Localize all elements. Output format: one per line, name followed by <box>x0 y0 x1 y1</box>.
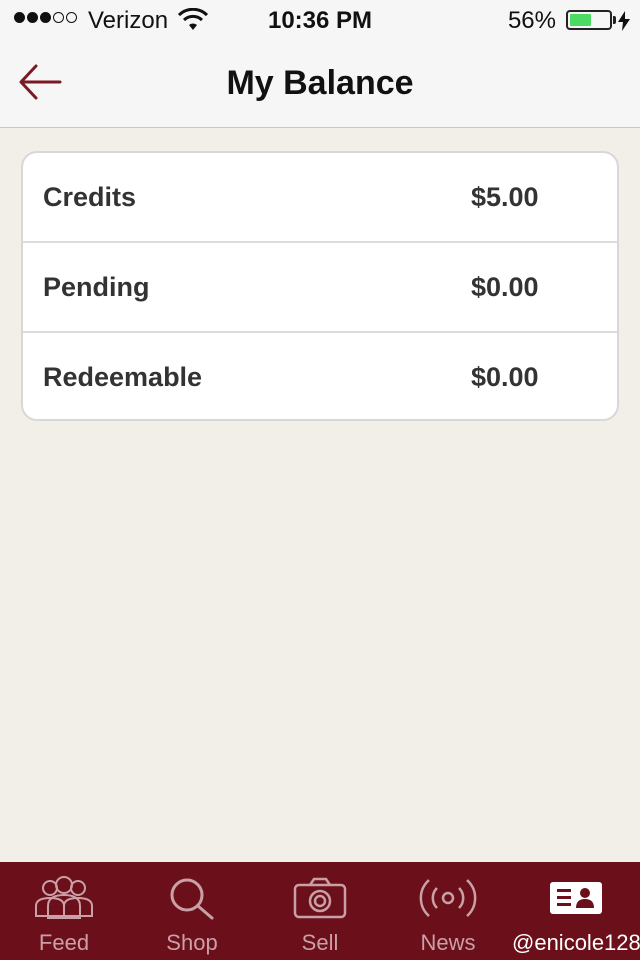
page-title: My Balance <box>226 64 414 102</box>
tab-label: Feed <box>38 930 90 955</box>
profile-card-icon <box>512 876 640 926</box>
battery-fill <box>570 14 592 26</box>
balance-value: $5.00 <box>471 182 539 212</box>
balance-label: Credits <box>43 182 137 212</box>
tab-label: @enicole128 <box>512 930 640 955</box>
balance-row-credits: Credits $5.00 <box>23 153 617 243</box>
balance-row-pending: Pending $0.00 <box>23 243 617 333</box>
balance-label: Pending <box>43 272 150 302</box>
balance-value: $0.00 <box>471 272 539 302</box>
tab-sell[interactable]: Sell <box>256 862 384 960</box>
balance-label: Redeemable <box>43 362 203 392</box>
tab-feed[interactable]: Feed <box>0 862 128 960</box>
status-bar: Verizon 10:36 PM 56% <box>0 0 640 40</box>
battery-tip <box>613 16 616 24</box>
tab-label: Sell <box>301 930 339 955</box>
search-icon <box>128 876 256 926</box>
balance-row-redeemable: Redeemable $0.00 <box>23 333 617 419</box>
tab-news[interactable]: News <box>384 862 512 960</box>
balance-card: Credits $5.00 Pending $0.00 Redeemable $… <box>21 151 619 421</box>
balance-value: $0.00 <box>471 362 539 392</box>
camera-icon <box>256 876 384 926</box>
navigation-bar: My Balance <box>0 40 640 128</box>
battery-percent: 56% <box>507 7 556 34</box>
tab-profile[interactable]: @enicole128 <box>512 862 640 960</box>
broadcast-icon <box>384 876 512 926</box>
tab-label: Shop <box>166 930 218 955</box>
charging-bolt-icon <box>618 10 630 38</box>
battery-icon <box>566 10 612 30</box>
tab-bar: Feed Shop Sell News @enicole128 <box>0 862 640 960</box>
tab-label: News <box>420 930 476 955</box>
people-icon <box>0 876 128 926</box>
tab-shop[interactable]: Shop <box>128 862 256 960</box>
